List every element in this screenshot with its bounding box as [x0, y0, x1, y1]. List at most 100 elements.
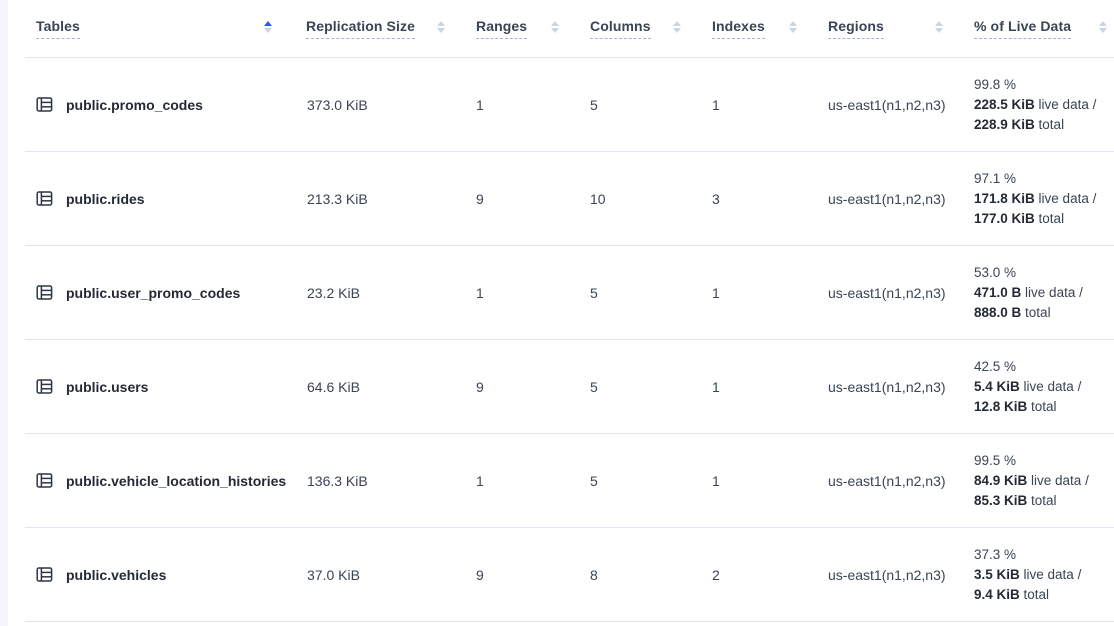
columns-cell: 5: [579, 379, 701, 395]
sort-desc-icon[interactable]: [935, 28, 943, 33]
live-data-percent: 42.5 %: [974, 357, 1114, 377]
table-row: public.users 64.6 KiB 9 5 1 us-east1(n1,…: [25, 340, 1114, 434]
table-name-link[interactable]: public.rides: [25, 190, 295, 207]
sort-desc-icon[interactable]: [1099, 28, 1107, 33]
column-header-label: Columns: [590, 18, 651, 39]
tables-list: Tables Replication Size Ranges: [25, 0, 1114, 622]
live-data-amount: 228.5 KiB live data /: [974, 95, 1114, 115]
live-data-amount: 171.8 KiB live data /: [974, 189, 1114, 209]
replication-size-cell: 64.6 KiB: [295, 379, 465, 395]
column-header-columns[interactable]: Columns: [579, 18, 701, 39]
live-data-cell: 99.5 % 84.9 KiB live data / 85.3 KiB tot…: [963, 451, 1114, 511]
indexes-cell: 1: [701, 379, 817, 395]
sort-desc-icon[interactable]: [437, 28, 445, 33]
indexes-cell: 3: [701, 191, 817, 207]
table-row: public.vehicle_location_histories 136.3 …: [25, 434, 1114, 528]
table-name: public.vehicle_location_histories: [66, 473, 286, 489]
replication-size-cell: 37.0 KiB: [295, 567, 465, 583]
columns-cell: 5: [579, 285, 701, 301]
live-data-percent: 97.1 %: [974, 169, 1114, 189]
sort-control[interactable]: [673, 21, 681, 33]
sort-control[interactable]: [935, 21, 943, 33]
replication-size-cell: 213.3 KiB: [295, 191, 465, 207]
indexes-cell: 1: [701, 473, 817, 489]
live-data-amount: 5.4 KiB live data /: [974, 377, 1114, 397]
live-data-amount: 3.5 KiB live data /: [974, 565, 1114, 585]
sort-asc-icon[interactable]: [437, 21, 445, 26]
table-name-link[interactable]: public.vehicles: [25, 566, 295, 583]
table-name: public.user_promo_codes: [66, 285, 240, 301]
table-icon: [36, 96, 53, 113]
regions-cell: us-east1(n1,n2,n3): [817, 97, 963, 113]
sort-desc-icon[interactable]: [551, 28, 559, 33]
table-row: public.rides 213.3 KiB 9 10 3 us-east1(n…: [25, 152, 1114, 246]
live-data-percent: 53.0 %: [974, 263, 1114, 283]
table-icon: [36, 378, 53, 395]
indexes-cell: 1: [701, 285, 817, 301]
column-header-tables[interactable]: Tables: [25, 18, 295, 39]
live-data-cell: 99.8 % 228.5 KiB live data / 228.9 KiB t…: [963, 75, 1114, 135]
sort-asc-icon[interactable]: [673, 21, 681, 26]
column-header-label: Indexes: [712, 18, 765, 39]
total-data-amount: 177.0 KiB total: [974, 209, 1114, 229]
live-data-cell: 97.1 % 171.8 KiB live data / 177.0 KiB t…: [963, 169, 1114, 229]
table-icon: [36, 190, 53, 207]
column-header-ranges[interactable]: Ranges: [465, 18, 579, 39]
sort-desc-icon[interactable]: [789, 28, 797, 33]
table-row: public.user_promo_codes 23.2 KiB 1 5 1 u…: [25, 246, 1114, 340]
total-data-amount: 85.3 KiB total: [974, 491, 1114, 511]
sort-asc-icon[interactable]: [551, 21, 559, 26]
sort-asc-icon[interactable]: [264, 21, 272, 26]
columns-cell: 10: [579, 191, 701, 207]
live-data-percent: 37.3 %: [974, 545, 1114, 565]
columns-cell: 8: [579, 567, 701, 583]
column-header-label: Ranges: [476, 18, 527, 39]
table-name: public.users: [66, 379, 148, 395]
sort-control[interactable]: [264, 21, 272, 33]
column-header-live-data[interactable]: % of Live Data: [963, 18, 1114, 39]
table-name-link[interactable]: public.vehicle_location_histories: [25, 472, 295, 489]
live-data-amount: 84.9 KiB live data /: [974, 471, 1114, 491]
total-data-amount: 9.4 KiB total: [974, 585, 1114, 605]
live-data-cell: 37.3 % 3.5 KiB live data / 9.4 KiB total: [963, 545, 1114, 605]
table-header-row: Tables Replication Size Ranges: [25, 0, 1114, 58]
total-data-amount: 12.8 KiB total: [974, 397, 1114, 417]
table-name: public.promo_codes: [66, 97, 203, 113]
live-data-cell: 42.5 % 5.4 KiB live data / 12.8 KiB tota…: [963, 357, 1114, 417]
tables-page: Tables Replication Size Ranges: [0, 0, 1114, 626]
column-header-label: Tables: [36, 18, 80, 39]
regions-cell: us-east1(n1,n2,n3): [817, 191, 963, 207]
live-data-percent: 99.8 %: [974, 75, 1114, 95]
regions-cell: us-east1(n1,n2,n3): [817, 473, 963, 489]
sort-control[interactable]: [1099, 21, 1107, 33]
column-header-indexes[interactable]: Indexes: [701, 18, 817, 39]
regions-cell: us-east1(n1,n2,n3): [817, 567, 963, 583]
table-name-link[interactable]: public.user_promo_codes: [25, 284, 295, 301]
column-header-regions[interactable]: Regions: [817, 18, 963, 39]
sort-asc-icon[interactable]: [789, 21, 797, 26]
table-name: public.vehicles: [66, 567, 166, 583]
sort-desc-icon[interactable]: [673, 28, 681, 33]
column-header-label: Regions: [828, 18, 884, 39]
column-header-replication-size[interactable]: Replication Size: [295, 18, 465, 39]
sort-asc-icon[interactable]: [1099, 21, 1107, 26]
regions-cell: us-east1(n1,n2,n3): [817, 379, 963, 395]
indexes-cell: 1: [701, 97, 817, 113]
sort-control[interactable]: [437, 21, 445, 33]
ranges-cell: 9: [465, 567, 579, 583]
columns-cell: 5: [579, 473, 701, 489]
sort-control[interactable]: [789, 21, 797, 33]
total-data-amount: 888.0 B total: [974, 303, 1114, 323]
sort-control[interactable]: [551, 21, 559, 33]
table-name-link[interactable]: public.promo_codes: [25, 96, 295, 113]
sort-asc-icon[interactable]: [935, 21, 943, 26]
table-body: public.promo_codes 373.0 KiB 1 5 1 us-ea…: [25, 58, 1114, 622]
regions-cell: us-east1(n1,n2,n3): [817, 285, 963, 301]
indexes-cell: 2: [701, 567, 817, 583]
ranges-cell: 1: [465, 97, 579, 113]
table-name-link[interactable]: public.users: [25, 378, 295, 395]
replication-size-cell: 373.0 KiB: [295, 97, 465, 113]
replication-size-cell: 136.3 KiB: [295, 473, 465, 489]
total-data-amount: 228.9 KiB total: [974, 115, 1114, 135]
sort-desc-icon[interactable]: [264, 28, 272, 33]
